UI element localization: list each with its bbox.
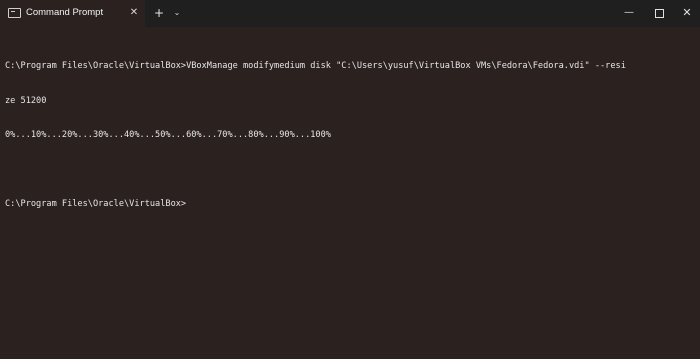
terminal-window: Command Prompt ✕ + ⌄ — ✕ C:\Program File… bbox=[0, 0, 700, 359]
console-line: 0%...10%...20%...30%...40%...50%...60%..… bbox=[5, 130, 331, 140]
console-line: C:\Program Files\Oracle\VirtualBox>VBoxM… bbox=[5, 61, 626, 71]
minimize-icon[interactable]: — bbox=[616, 2, 642, 24]
maximize-square bbox=[654, 9, 664, 18]
new-tab-icon[interactable]: + bbox=[153, 5, 165, 21]
title-bar: Command Prompt ✕ + ⌄ — ✕ bbox=[0, 0, 700, 27]
console-line: ze 51200 bbox=[5, 95, 47, 106]
console-prompt-line: C:\Program Files\Oracle\VirtualBox> bbox=[5, 199, 187, 209]
terminal-icon bbox=[8, 8, 21, 18]
tab-command-prompt[interactable]: Command Prompt ✕ bbox=[0, 0, 145, 27]
maximize-icon[interactable] bbox=[646, 2, 672, 24]
close-tab-icon[interactable]: ✕ bbox=[128, 6, 140, 20]
tab-title: Command Prompt bbox=[26, 7, 104, 18]
chevron-down-icon[interactable]: ⌄ bbox=[171, 5, 183, 21]
console-output[interactable]: C:\Program Files\Oracle\VirtualBox>VBoxM… bbox=[5, 38, 695, 234]
close-window-icon[interactable]: ✕ bbox=[674, 2, 700, 24]
